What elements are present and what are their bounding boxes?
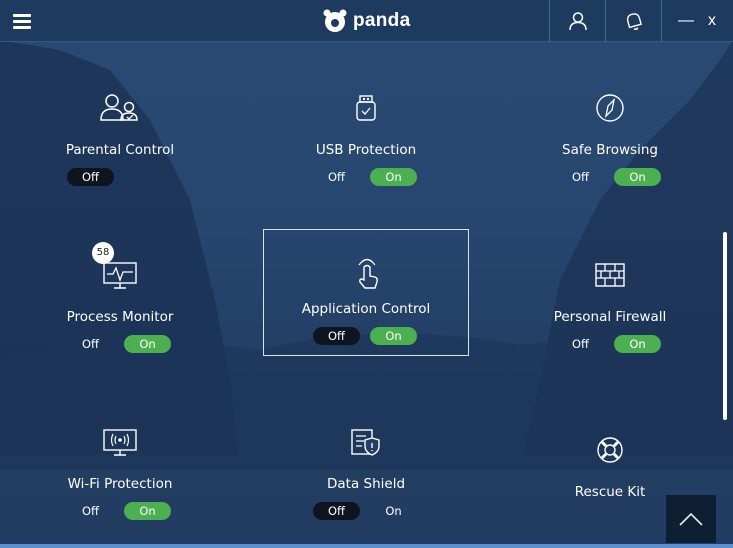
tile-label: Application Control: [301, 301, 431, 317]
tile-label: Process Monitor: [66, 309, 174, 325]
toggle-on-option[interactable]: On: [614, 335, 661, 353]
scrollbar-thumb[interactable]: [723, 232, 727, 420]
panda-logo-icon: [323, 9, 347, 32]
minimize-button[interactable]: —: [676, 0, 696, 42]
user-button[interactable]: [550, 0, 605, 42]
usb-protection-toggle[interactable]: Off On: [313, 168, 419, 186]
tile-label: USB Protection: [315, 142, 417, 158]
personal-firewall-toggle[interactable]: Off On: [557, 335, 663, 353]
close-icon: x: [708, 12, 716, 29]
toggle-off-option[interactable]: Off: [557, 168, 604, 186]
scroll-to-top-button[interactable]: [666, 495, 716, 543]
touch-hand-icon: [344, 252, 388, 296]
toggle-on-option[interactable]: On: [370, 502, 417, 520]
usb-icon: [344, 86, 388, 130]
toggle-on-option[interactable]: On: [370, 327, 417, 345]
hamburger-menu-icon-line: [13, 20, 31, 23]
toggle-on-option[interactable]: On: [370, 168, 417, 186]
title-bar: panda — x: [0, 0, 733, 42]
toggle-off-option[interactable]: Off: [313, 327, 360, 345]
firewall-icon: [588, 253, 632, 297]
process-monitor-toggle[interactable]: Off On: [67, 335, 173, 353]
application-control-toggle[interactable]: Off On: [313, 327, 419, 345]
bottom-border: [0, 544, 733, 548]
lifebuoy-icon: [588, 428, 632, 472]
notifications-button[interactable]: [606, 0, 661, 42]
tile-process-monitor[interactable]: 58 Process Monitor Off On: [20, 242, 220, 363]
tile-wifi-protection[interactable]: Wi-Fi Protection Off On: [20, 412, 220, 530]
tile-label: Data Shield: [326, 476, 406, 492]
tile-label: Personal Firewall: [553, 309, 667, 325]
menu-button[interactable]: [10, 9, 36, 33]
panda-app-window: panda — x Parental Control Off USB Prote…: [0, 0, 733, 548]
tile-safe-browsing[interactable]: Safe Browsing Off On: [510, 78, 710, 196]
hamburger-menu-icon-line: [13, 26, 31, 29]
safe-browsing-toggle[interactable]: Off On: [557, 168, 663, 186]
bell-icon: [626, 13, 642, 30]
toggle-off-option[interactable]: Off: [67, 168, 114, 186]
wifi-protection-toggle[interactable]: Off On: [67, 502, 173, 520]
tile-label: Safe Browsing: [562, 142, 658, 158]
panda-logo: panda: [322, 7, 410, 35]
tile-application-control[interactable]: Application Control Off On: [263, 229, 469, 356]
titlebar-separator: [661, 0, 662, 42]
hamburger-menu-icon: [13, 14, 31, 17]
toggle-on-option[interactable]: On: [124, 502, 171, 520]
toggle-off-option[interactable]: Off: [67, 335, 114, 353]
brand-name: panda: [353, 10, 411, 31]
chevron-up-icon: [679, 512, 703, 526]
user-icon: [568, 12, 587, 31]
parents-icon: [98, 86, 142, 130]
toggle-off-option[interactable]: Off: [67, 502, 114, 520]
wifi-monitor-icon: [98, 420, 142, 464]
data-shield-toggle[interactable]: Off On: [313, 502, 419, 520]
compass-icon: [588, 86, 632, 130]
tile-personal-firewall[interactable]: Personal Firewall Off On: [510, 245, 710, 363]
parental-control-toggle[interactable]: Off: [67, 168, 173, 186]
toggle-on-option[interactable]: On: [614, 168, 661, 186]
toggle-off-option[interactable]: Off: [313, 168, 360, 186]
minimize-icon: —: [678, 12, 694, 29]
tile-data-shield[interactable]: Data Shield Off On: [266, 412, 466, 530]
tile-parental-control[interactable]: Parental Control Off: [20, 78, 220, 196]
tile-usb-protection[interactable]: USB Protection Off On: [266, 78, 466, 196]
toggle-off-option[interactable]: Off: [557, 335, 604, 353]
tile-label: Wi-Fi Protection: [67, 476, 173, 492]
tile-label: Parental Control: [65, 142, 175, 158]
process-count-badge: 58: [92, 242, 114, 264]
toggle-on-option[interactable]: On: [124, 335, 171, 353]
toggle-off-option[interactable]: Off: [313, 502, 360, 520]
document-shield-icon: [344, 420, 388, 464]
close-button[interactable]: x: [702, 0, 722, 42]
